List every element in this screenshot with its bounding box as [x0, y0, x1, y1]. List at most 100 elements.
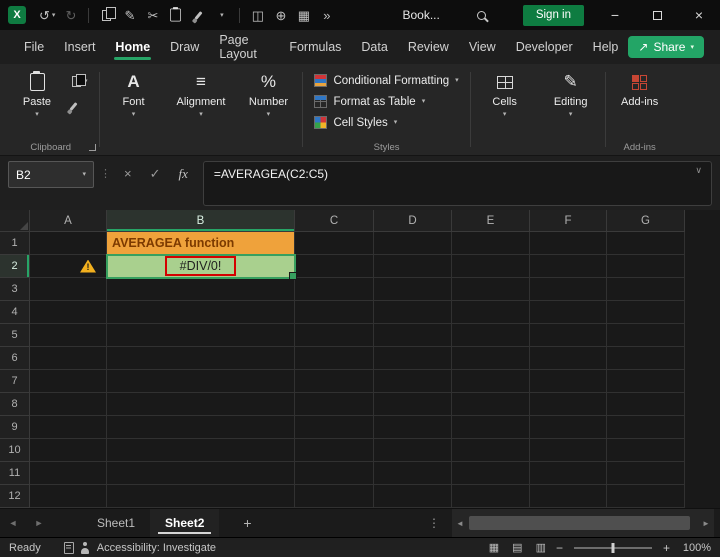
cell-a1[interactable]: [30, 232, 107, 255]
row-header-8[interactable]: 8: [0, 393, 30, 416]
cell-e3[interactable]: [452, 278, 530, 301]
editing-button[interactable]: ✎ Editing ▾: [548, 71, 594, 118]
column-header-c[interactable]: C: [295, 210, 374, 232]
cell-e1[interactable]: [452, 232, 530, 255]
cell-d3[interactable]: [374, 278, 452, 301]
cell-f4[interactable]: [530, 301, 607, 324]
row-header-10[interactable]: 10: [0, 439, 30, 462]
column-header-b[interactable]: B: [107, 210, 295, 232]
cell-c3[interactable]: [295, 278, 374, 301]
name-box[interactable]: B2 ▾: [8, 161, 94, 188]
row-header-7[interactable]: 7: [0, 370, 30, 393]
excel-logo-icon[interactable]: X: [8, 6, 26, 24]
cell-d6[interactable]: [374, 347, 452, 370]
new-item-button[interactable]: ⊕: [269, 2, 292, 28]
cell-f3[interactable]: [530, 278, 607, 301]
column-header-g[interactable]: G: [607, 210, 685, 232]
cell-b2[interactable]: #DIV/0!: [106, 254, 297, 280]
cell-c2[interactable]: [295, 255, 374, 278]
cell-a7[interactable]: [30, 370, 107, 393]
sheet-tab-sheet2[interactable]: Sheet2: [150, 509, 220, 537]
cell-a4[interactable]: [30, 301, 107, 324]
page-layout-view-icon[interactable]: ▤: [512, 541, 522, 554]
column-header-e[interactable]: E: [452, 210, 530, 232]
cell-g3[interactable]: [607, 278, 685, 301]
search-button[interactable]: [470, 2, 493, 28]
font-button[interactable]: A Font ▾: [111, 71, 157, 118]
cell-e9[interactable]: [452, 416, 530, 439]
row-header-5[interactable]: 5: [0, 324, 30, 347]
sheet-scroll-right-icon[interactable]: ►: [26, 518, 52, 528]
cell-c1[interactable]: [295, 232, 374, 255]
cell-e12[interactable]: [452, 485, 530, 508]
cell-g12[interactable]: [607, 485, 685, 508]
cells-button[interactable]: Cells ▾: [482, 71, 528, 118]
cancel-formula-button[interactable]: ×: [117, 161, 139, 181]
format-painter-quick-button[interactable]: [187, 2, 210, 28]
zoom-slider-thumb[interactable]: [611, 542, 615, 553]
cell-e2[interactable]: [452, 255, 530, 278]
redo-button[interactable]: ↻: [59, 2, 82, 28]
cell-b11[interactable]: [107, 462, 295, 485]
cell-e4[interactable]: [452, 301, 530, 324]
cell-f11[interactable]: [530, 462, 607, 485]
cell-f6[interactable]: [530, 347, 607, 370]
cell-a8[interactable]: [30, 393, 107, 416]
tab-insert[interactable]: Insert: [54, 30, 105, 64]
addins-button[interactable]: Add-ins: [617, 71, 663, 108]
tab-home[interactable]: Home: [105, 30, 160, 64]
row-header-11[interactable]: 11: [0, 462, 30, 485]
undo-button[interactable]: ↺ ▾: [35, 2, 59, 28]
format-as-table-button[interactable]: Format as Table ▾: [314, 92, 458, 111]
copy-button[interactable]: ▾: [72, 73, 88, 89]
tab-review[interactable]: Review: [398, 30, 459, 64]
tab-developer[interactable]: Developer: [506, 30, 583, 64]
row-header-2[interactable]: 2: [0, 255, 30, 278]
cell-b1[interactable]: AVERAGEA function: [107, 232, 295, 255]
row-header-1[interactable]: 1: [0, 232, 30, 255]
cell-e5[interactable]: [452, 324, 530, 347]
cell-g8[interactable]: [607, 393, 685, 416]
cell-g7[interactable]: [607, 370, 685, 393]
cut-quick-button[interactable]: ✂: [141, 2, 164, 28]
cell-g9[interactable]: [607, 416, 685, 439]
split-view-button[interactable]: ◫: [246, 2, 269, 28]
minimize-button[interactable]: −: [594, 0, 636, 30]
alignment-button[interactable]: ≡ Alignment ▾: [177, 71, 226, 118]
close-button[interactable]: ×: [678, 0, 720, 30]
zoom-percentage[interactable]: 100%: [677, 542, 711, 554]
scroll-left-icon[interactable]: ◄: [452, 519, 468, 528]
cell-c6[interactable]: [295, 347, 374, 370]
cell-d8[interactable]: [374, 393, 452, 416]
horizontal-scrollbar[interactable]: ◄ ►: [452, 509, 714, 537]
column-header-d[interactable]: D: [374, 210, 452, 232]
cell-d10[interactable]: [374, 439, 452, 462]
cell-g10[interactable]: [607, 439, 685, 462]
cell-b10[interactable]: [107, 439, 295, 462]
cell-f9[interactable]: [530, 416, 607, 439]
enter-formula-button[interactable]: ✓: [143, 161, 168, 182]
cell-a11[interactable]: [30, 462, 107, 485]
cell-e8[interactable]: [452, 393, 530, 416]
cell-c12[interactable]: [295, 485, 374, 508]
sheet-scroll-left-icon[interactable]: ◄: [0, 518, 26, 528]
edit-quick-button[interactable]: ✎: [118, 2, 141, 28]
cell-g5[interactable]: [607, 324, 685, 347]
column-header-f[interactable]: F: [530, 210, 607, 232]
quick-access-dropdown[interactable]: ▾: [210, 2, 233, 28]
number-button[interactable]: % Number ▾: [245, 71, 291, 118]
table-quick-button[interactable]: ▦: [292, 2, 315, 28]
tabbar-overflow-icon[interactable]: ⋮: [428, 516, 440, 530]
page-break-view-icon[interactable]: ▥: [536, 541, 546, 554]
select-all-corner[interactable]: [0, 210, 30, 232]
cell-d5[interactable]: [374, 324, 452, 347]
cell-g11[interactable]: [607, 462, 685, 485]
cell-a2[interactable]: !: [30, 255, 107, 278]
add-sheet-button[interactable]: +: [243, 515, 251, 531]
cell-a5[interactable]: [30, 324, 107, 347]
error-warning-icon[interactable]: !: [80, 259, 96, 273]
cell-b12[interactable]: [107, 485, 295, 508]
toolbar-overflow-button[interactable]: »: [315, 2, 338, 28]
accessibility-status[interactable]: Accessibility: Investigate: [97, 542, 216, 554]
tab-help[interactable]: Help: [583, 30, 629, 64]
